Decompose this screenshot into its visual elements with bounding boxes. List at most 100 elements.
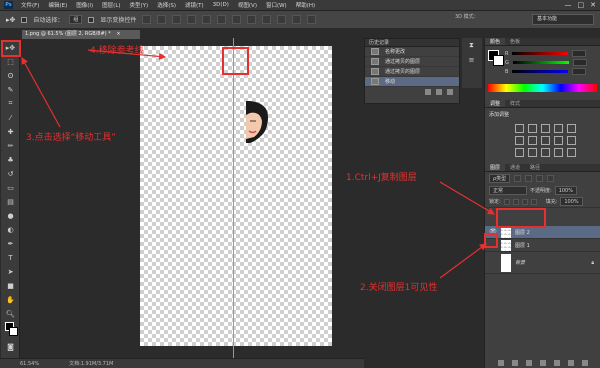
- gradient-tool-icon[interactable]: ▤: [3, 195, 18, 208]
- close-document-icon[interactable]: ×: [116, 31, 120, 37]
- new-layer-icon[interactable]: [568, 360, 574, 366]
- dodge-tool-icon[interactable]: ◐: [3, 223, 18, 236]
- blue-value-field[interactable]: [572, 68, 587, 75]
- pen-tool-icon[interactable]: ✒: [3, 237, 18, 250]
- move-tool-preset-icon[interactable]: ▸✥: [6, 16, 15, 24]
- opacity-field[interactable]: 100%: [554, 186, 577, 195]
- distribute-middle-icon[interactable]: [247, 15, 257, 24]
- green-value-field[interactable]: [572, 59, 587, 66]
- menu-3d[interactable]: 3D(D): [213, 2, 229, 8]
- healing-tool-icon[interactable]: ✚: [3, 125, 18, 138]
- tab-color[interactable]: 颜色: [485, 38, 506, 45]
- menu-select[interactable]: 选择(S): [157, 1, 176, 9]
- eyedropper-tool-icon[interactable]: ⁄: [3, 111, 18, 124]
- align-left-icon[interactable]: [187, 15, 197, 24]
- gradient-map-icon[interactable]: [554, 148, 563, 157]
- history-item[interactable]: 名称更改: [365, 47, 459, 57]
- brush-tool-icon[interactable]: ✏: [3, 139, 18, 152]
- path-select-tool-icon[interactable]: ➤: [3, 265, 18, 278]
- threshold-icon[interactable]: [541, 148, 550, 157]
- close-button[interactable]: ✕: [590, 1, 596, 9]
- filter-type-icon[interactable]: [536, 175, 544, 182]
- document-canvas[interactable]: [140, 46, 332, 346]
- lock-all-icon[interactable]: [530, 198, 537, 205]
- shape-tool-icon[interactable]: ■: [3, 279, 18, 292]
- history-item[interactable]: 通过拷贝的图层: [365, 67, 459, 77]
- menu-image[interactable]: 图像(I): [76, 1, 93, 9]
- distribute-right-icon[interactable]: [307, 15, 317, 24]
- layer-name[interactable]: 图层 2: [515, 229, 530, 236]
- color-swatches-icon[interactable]: [3, 321, 18, 339]
- layer-name[interactable]: 图层 1: [515, 242, 530, 249]
- background-color-swatch[interactable]: [493, 55, 504, 66]
- tab-styles[interactable]: 样式: [505, 100, 525, 107]
- posterize-icon[interactable]: [528, 148, 537, 157]
- lock-image-icon[interactable]: [512, 198, 519, 205]
- zoom-tool-icon[interactable]: 🔍︎: [3, 307, 18, 320]
- levels-icon[interactable]: [528, 124, 537, 133]
- distribute-left-icon[interactable]: [277, 15, 287, 24]
- layer-name[interactable]: 背景: [515, 259, 525, 266]
- link-layers-icon[interactable]: [498, 360, 504, 366]
- menu-file[interactable]: 文件(F): [21, 1, 39, 9]
- photo-filter-icon[interactable]: [554, 136, 563, 145]
- clone-tool-icon[interactable]: ♣: [3, 153, 18, 166]
- menu-type[interactable]: 类型(Y): [130, 1, 149, 9]
- new-snapshot-icon[interactable]: [436, 89, 442, 95]
- history-panel-icon[interactable]: ⧗: [464, 39, 479, 52]
- black-white-icon[interactable]: [541, 136, 550, 145]
- red-value-field[interactable]: [572, 50, 587, 57]
- align-center-icon[interactable]: [202, 15, 212, 24]
- vibrance-icon[interactable]: [567, 124, 576, 133]
- layer-row-1[interactable]: 图层 1: [485, 239, 600, 252]
- quick-select-tool-icon[interactable]: ✎: [3, 83, 18, 96]
- align-top-icon[interactable]: [142, 15, 152, 24]
- hand-tool-icon[interactable]: ✋: [3, 293, 18, 306]
- crop-tool-icon[interactable]: ⌗: [3, 97, 18, 110]
- filter-pixel-icon[interactable]: [514, 175, 522, 182]
- blue-slider[interactable]: B: [485, 67, 600, 76]
- fill-field[interactable]: 100%: [560, 197, 583, 206]
- history-brush-tool-icon[interactable]: ↺: [3, 167, 18, 180]
- align-right-icon[interactable]: [217, 15, 227, 24]
- auto-select-dropdown[interactable]: 组: [69, 15, 83, 24]
- maximize-button[interactable]: □: [578, 1, 585, 9]
- filter-adjustment-icon[interactable]: [525, 175, 533, 182]
- invert-icon[interactable]: [515, 148, 524, 157]
- lock-position-icon[interactable]: [521, 198, 528, 205]
- layer-row-background[interactable]: 背景 🔒︎: [485, 252, 600, 274]
- show-transform-checkbox[interactable]: [88, 16, 95, 23]
- blend-mode-dropdown[interactable]: 正常: [489, 186, 527, 195]
- align-bottom-icon[interactable]: [172, 15, 182, 24]
- tab-layers[interactable]: 图层: [485, 164, 506, 171]
- delete-layer-icon[interactable]: [582, 360, 588, 366]
- tab-paths[interactable]: 路径: [525, 164, 545, 171]
- layer-style-icon[interactable]: [512, 360, 518, 366]
- curves-icon[interactable]: [541, 124, 550, 133]
- visibility-toggle-off[interactable]: [489, 259, 497, 267]
- hue-saturation-icon[interactable]: [515, 136, 524, 145]
- menu-layer[interactable]: 图层(L): [102, 1, 120, 9]
- new-adjustment-layer-icon[interactable]: [540, 360, 546, 366]
- lasso-tool-icon[interactable]: ʘ: [3, 69, 18, 82]
- menu-window[interactable]: 窗口(W): [266, 1, 287, 9]
- new-document-from-state-icon[interactable]: [425, 89, 431, 95]
- exposure-icon[interactable]: [554, 124, 563, 133]
- filter-shape-icon[interactable]: [547, 175, 555, 182]
- distribute-center-icon[interactable]: [292, 15, 302, 24]
- vertical-guide-line[interactable]: [233, 38, 234, 360]
- delete-state-icon[interactable]: [447, 89, 453, 95]
- history-item[interactable]: 通过拷贝的图层: [365, 57, 459, 67]
- menu-edit[interactable]: 编辑(E): [48, 1, 67, 9]
- properties-panel-icon[interactable]: ≡: [464, 53, 479, 66]
- tab-adjustments[interactable]: 调整: [485, 100, 506, 107]
- eraser-tool-icon[interactable]: ▭: [3, 181, 18, 194]
- auto-select-checkbox[interactable]: [21, 16, 28, 23]
- layer-filter-dropdown[interactable]: ρ类型: [489, 174, 511, 183]
- menu-view[interactable]: 视图(V): [238, 1, 257, 9]
- add-mask-icon[interactable]: [526, 360, 532, 366]
- history-item-active[interactable]: 移动: [365, 77, 459, 87]
- document-tab[interactable]: 1.png @ 61.5% (图层 2, RGB/8#) * ×: [22, 30, 140, 39]
- selective-color-icon[interactable]: [567, 148, 576, 157]
- distribute-bottom-icon[interactable]: [262, 15, 272, 24]
